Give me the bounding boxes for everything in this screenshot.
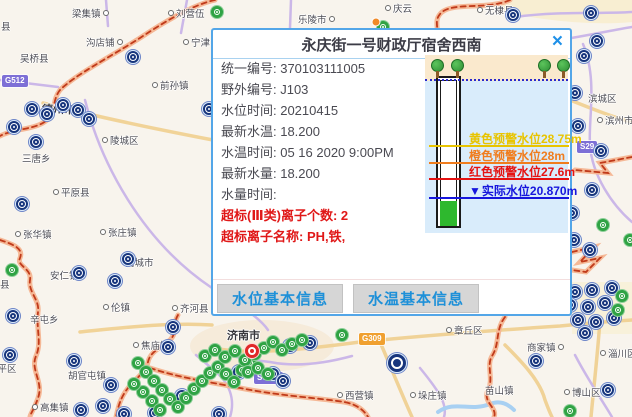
station-marker-blue[interactable] — [589, 315, 603, 329]
station-marker-orange[interactable] — [372, 18, 381, 27]
station-marker-green[interactable] — [335, 328, 349, 342]
station-marker-blue[interactable] — [506, 8, 520, 22]
popup-button-bar: 水位基本信息 水温基本信息 — [217, 284, 479, 313]
station-marker-blue[interactable] — [529, 354, 543, 368]
station-marker-blue[interactable] — [121, 252, 135, 266]
tree-icon — [430, 59, 444, 80]
station-marker-blue[interactable] — [590, 34, 604, 48]
station-marker-blue[interactable] — [7, 120, 21, 134]
station-marker-blue[interactable] — [571, 313, 585, 327]
station-marker-green[interactable] — [227, 375, 241, 389]
water-temp-info-button[interactable]: 水温基本信息 — [353, 284, 479, 313]
popup-field: 统一编号: 370103111005 — [221, 58, 403, 79]
popup-separator — [213, 279, 570, 280]
station-marker-green[interactable] — [153, 403, 167, 417]
station-marker-green[interactable] — [563, 404, 577, 417]
warning-level-label: 黄色预警水位28.75m — [469, 130, 582, 147]
station-marker-green[interactable] — [210, 5, 224, 19]
tree-icon — [450, 59, 464, 80]
warning-level-label: 橙色预警水位28m — [469, 147, 565, 164]
tree-icon — [556, 59, 570, 80]
station-marker-blue[interactable] — [126, 50, 140, 64]
water-level-diagram: 黄色预警水位28.75m橙色预警水位28m红色预警水位27.6m▼实际水位20.… — [425, 55, 568, 233]
station-marker-blue[interactable] — [577, 49, 591, 63]
popup-field: 超标(Ⅲ类)离子个数: 2 — [221, 205, 403, 226]
water-level-triangle-icon: ▼ — [469, 184, 481, 198]
popup-field: 最新水量: 18.200 — [221, 163, 403, 184]
station-marker-blue[interactable] — [161, 340, 175, 354]
station-marker-blue[interactable] — [72, 266, 86, 280]
station-marker-bigblue[interactable] — [387, 353, 407, 373]
well-water-fill — [440, 201, 457, 226]
station-marker-blue[interactable] — [212, 407, 226, 417]
map-canvas[interactable]: 梁集镇刘营伍乐陵市庆云无棣县宁津沟店铺吴桥县县前孙镇德州市陵城区三唐乡平原县张华… — [0, 0, 632, 417]
station-marker-blue[interactable] — [25, 102, 39, 116]
warning-level-label: ▼实际水位20.870m — [469, 182, 577, 199]
station-marker-blue[interactable] — [15, 197, 29, 211]
station-marker-blue[interactable] — [584, 6, 598, 20]
station-marker-blue[interactable] — [56, 98, 70, 112]
station-marker-blue[interactable] — [585, 283, 599, 297]
popup-field: 最新水温: 18.200 — [221, 121, 403, 142]
station-marker-green[interactable] — [596, 218, 610, 232]
station-marker-blue[interactable] — [67, 354, 81, 368]
popup-field: 水温时间: 05 16 2020 9:00PM — [221, 142, 403, 163]
station-marker-green[interactable] — [623, 233, 632, 247]
station-marker-blue[interactable] — [82, 112, 96, 126]
station-marker-blue[interactable] — [276, 374, 290, 388]
station-marker-blue[interactable] — [96, 399, 110, 413]
station-marker-blue[interactable] — [6, 309, 20, 323]
station-marker-blue[interactable] — [594, 144, 608, 158]
popup-field-list: 统一编号: 370103111005野外编号: J103水位时间: 202104… — [221, 58, 403, 247]
popup-field: 超标离子名称: PH,铁, — [221, 226, 403, 247]
close-icon[interactable]: × — [552, 31, 563, 53]
warning-level-label: 红色预警水位27.6m — [469, 163, 575, 180]
station-marker-green[interactable] — [127, 377, 141, 391]
water-level-info-button[interactable]: 水位基本信息 — [217, 284, 343, 313]
station-marker-blue[interactable] — [74, 403, 88, 417]
station-marker-green[interactable] — [611, 303, 625, 317]
station-marker-blue[interactable] — [598, 296, 612, 310]
station-marker-green[interactable] — [615, 289, 629, 303]
station-marker-green[interactable] — [295, 333, 309, 347]
station-marker-blue[interactable] — [3, 348, 17, 362]
station-marker-red[interactable] — [244, 343, 260, 359]
station-marker-blue[interactable] — [578, 326, 592, 340]
popup-field: 水位时间: 20210415 — [221, 100, 403, 121]
station-marker-blue[interactable] — [117, 407, 131, 417]
popup-field: 水量时间: — [221, 184, 403, 205]
station-marker-blue[interactable] — [108, 274, 122, 288]
station-marker-blue[interactable] — [166, 320, 180, 334]
popup-field: 野外编号: J103 — [221, 79, 403, 100]
station-marker-blue[interactable] — [583, 243, 597, 257]
station-marker-blue[interactable] — [585, 183, 599, 197]
station-marker-blue[interactable] — [29, 135, 43, 149]
station-marker-blue[interactable] — [601, 383, 615, 397]
station-info-popup: 永庆街一号财政厅宿舍西南 × 统一编号: 370103111005野外编号: J… — [211, 28, 572, 316]
station-marker-blue[interactable] — [581, 300, 595, 314]
station-marker-green[interactable] — [5, 263, 19, 277]
station-marker-blue[interactable] — [40, 107, 54, 121]
station-marker-green[interactable] — [261, 367, 275, 381]
tree-icon — [537, 59, 551, 80]
station-marker-blue[interactable] — [104, 378, 118, 392]
